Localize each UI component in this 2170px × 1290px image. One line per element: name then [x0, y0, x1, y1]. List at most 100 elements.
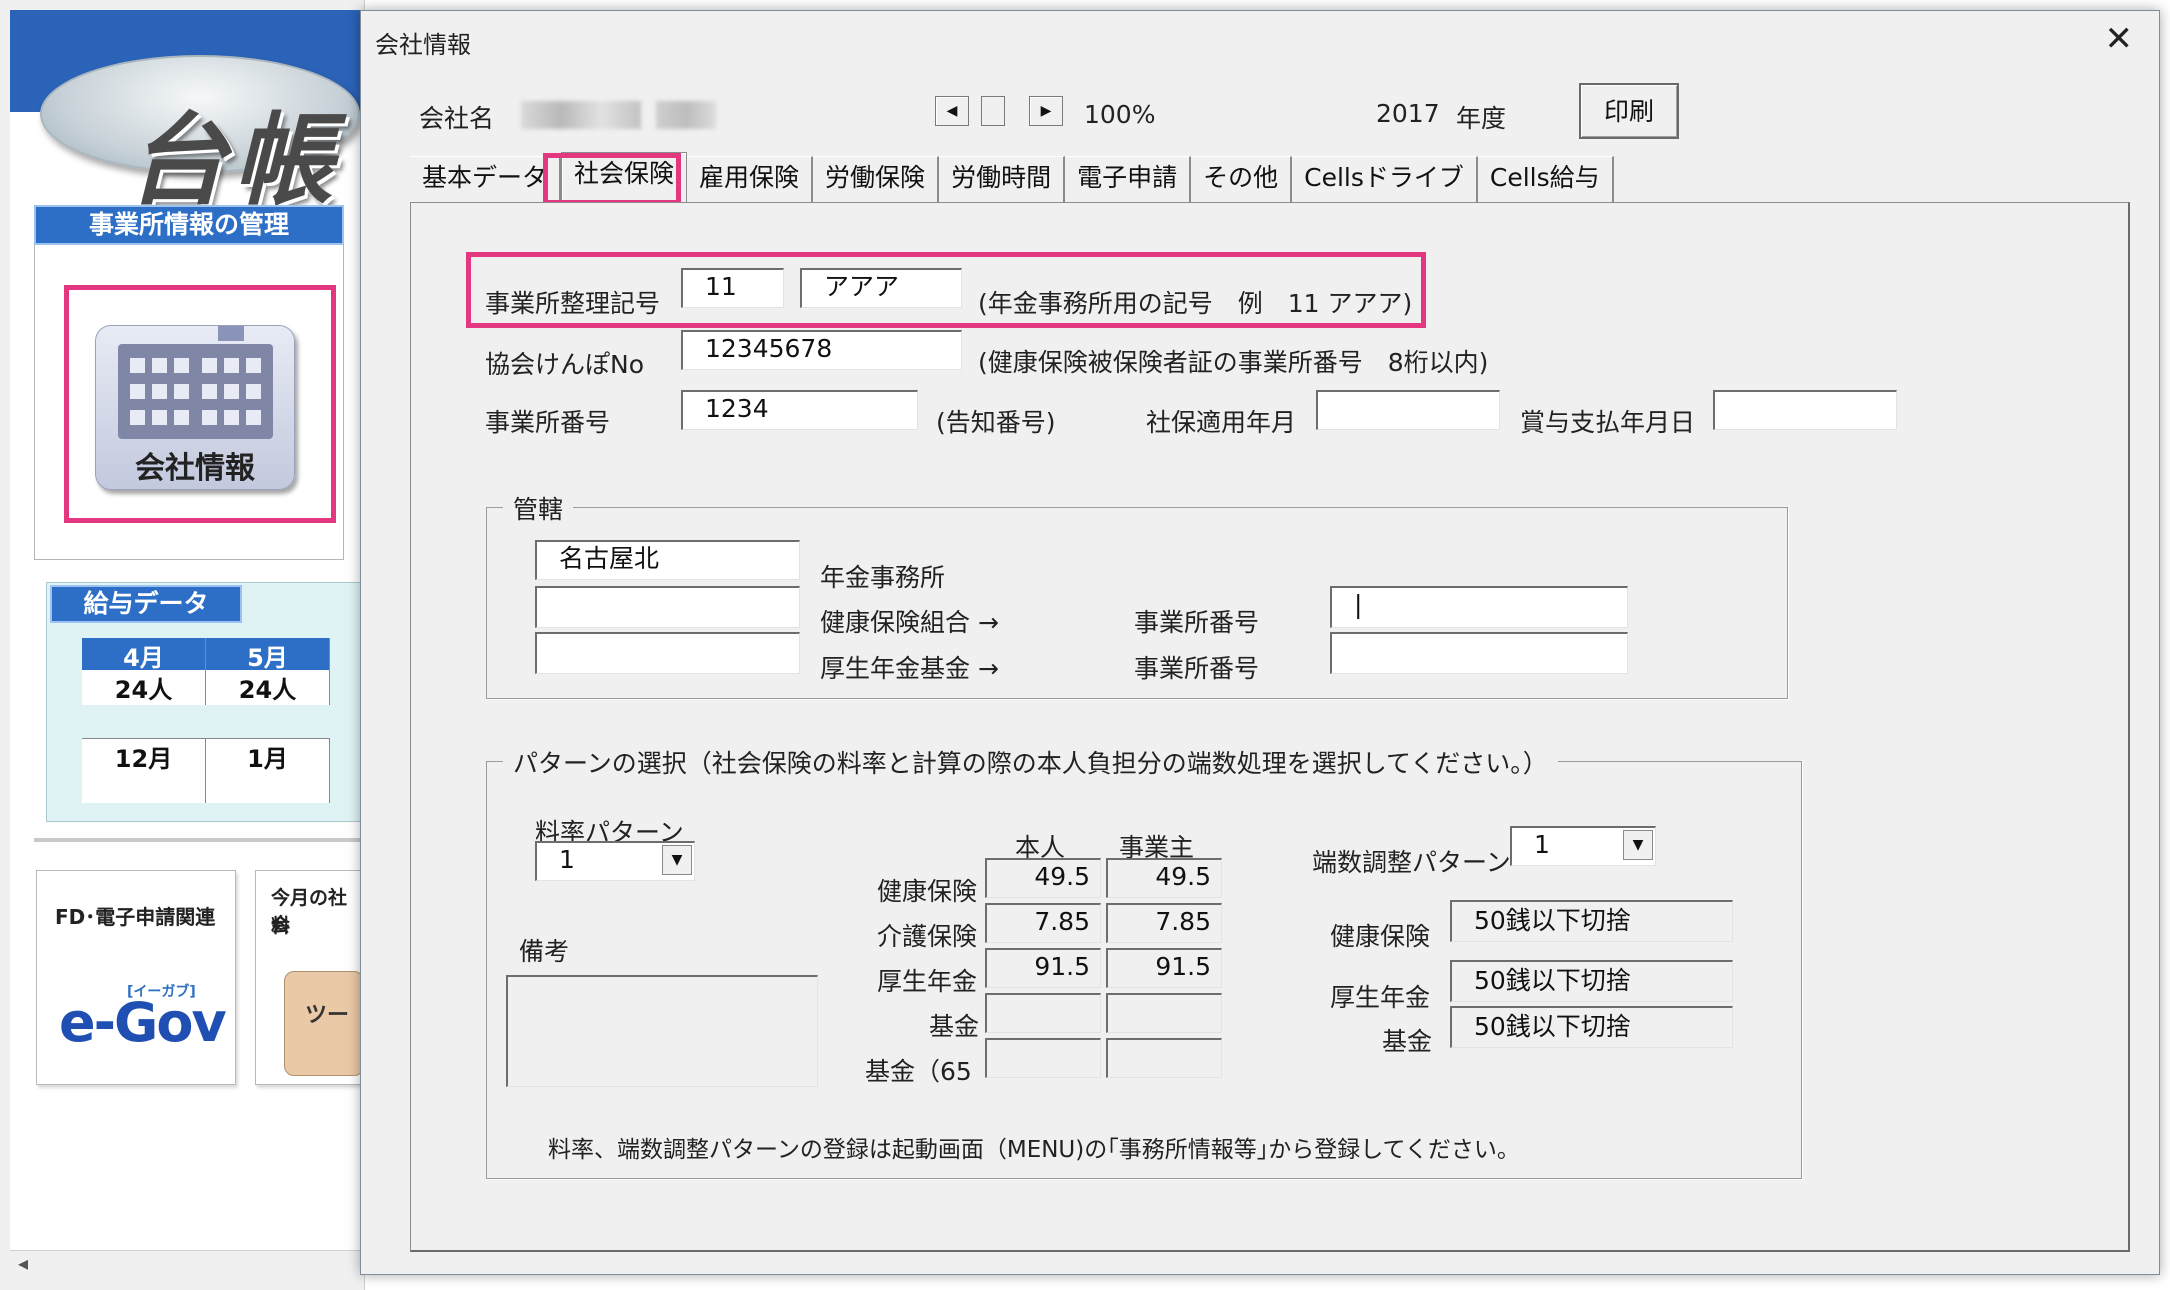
office-panel-title: 事業所情報の管理 — [34, 205, 344, 245]
footer-note: 料率、端数調整パターンの登録は起動画面（MENU)の｢事務所情報等｣から登録して… — [548, 1137, 1520, 1163]
scroll-thumb[interactable] — [981, 96, 1005, 126]
rate-employer-field[interactable] — [1106, 1038, 1222, 1078]
rounding-value-field[interactable]: 50銭以下切捨 — [1450, 960, 1733, 1002]
scroll-left-button[interactable]: ◀ — [935, 96, 969, 126]
company-name-label: 会社名 — [419, 104, 495, 133]
tab-cells-payroll[interactable]: Cells給与 — [1477, 156, 1614, 202]
pension-fund-office-field[interactable] — [1330, 632, 1628, 674]
rounding-value-field[interactable]: 50銭以下切捨 — [1450, 900, 1733, 942]
tab-basic-data[interactable]: 基本データ — [410, 156, 562, 202]
tab-other[interactable]: その他 — [1191, 156, 1293, 202]
rate-row-label: 厚生年金 — [877, 967, 978, 996]
rounding-row-label: 厚生年金 — [1330, 983, 1431, 1012]
payroll-counts-row1: 24人 24人 — [82, 670, 330, 705]
apply-date-label: 社保適用年月 — [1146, 408, 1297, 437]
zoom-level: 100% — [1084, 100, 1156, 129]
office-code-label: 事業所整理記号 — [485, 289, 661, 318]
print-button[interactable]: 印刷 — [1579, 83, 1679, 139]
company-name-blurred-2 — [656, 101, 716, 129]
rate-employer-field[interactable]: 91.5 — [1106, 948, 1222, 988]
rate-self-field[interactable]: 49.5 — [985, 858, 1101, 898]
rate-pattern-select[interactable]: 1 ▼ — [535, 841, 695, 881]
divider — [34, 838, 364, 842]
rate-self-field[interactable]: 91.5 — [985, 948, 1101, 988]
tab-highlight — [543, 153, 681, 205]
logo-text: 台帳 — [127, 101, 339, 219]
close-icon[interactable]: ✕ — [2105, 19, 2134, 59]
pattern-title: パターンの選択（社会保険の料率と計算の際の本人負担分の端数処理を選択してください… — [503, 744, 1558, 780]
remarks-field[interactable] — [506, 975, 818, 1087]
payroll-counts-row2 — [82, 773, 330, 803]
office-code-number-field[interactable]: 11 — [681, 268, 784, 308]
month-cell[interactable]: 4月 — [82, 638, 206, 673]
tab-cells-drive[interactable]: Cellsドライブ — [1292, 156, 1478, 202]
month-cell[interactable]: 12月 — [82, 739, 206, 774]
tab-employment-insurance[interactable]: 雇用保険 — [687, 156, 814, 202]
rounding-pattern-select[interactable]: 1 ▼ — [1510, 826, 1656, 866]
company-info-button-label: 会社情報 — [135, 451, 255, 486]
scroll-left-icon[interactable]: ◂ — [18, 1251, 28, 1275]
year-label: 年度 — [1456, 104, 1507, 133]
pension-fund-office-label: 事業所番号 — [1134, 654, 1260, 683]
remarks-label: 備考 — [519, 937, 570, 966]
office-number-label: 事業所番号 — [485, 408, 611, 437]
office-number-note: (告知番号) — [936, 408, 1056, 437]
apply-date-field[interactable] — [1316, 390, 1500, 430]
chevron-down-icon[interactable]: ▼ — [1623, 830, 1653, 860]
kyokai-note: (健康保険被保険者証の事業所番号 8桁以内) — [978, 348, 1489, 377]
rate-row-label: 健康保険 — [877, 877, 978, 906]
company-name-blurred — [521, 101, 641, 129]
health-union-field[interactable] — [535, 586, 800, 628]
rounding-pattern-value: 1 — [1534, 830, 1550, 859]
kyokai-number-field[interactable]: 12345678 — [681, 330, 962, 370]
pension-fund-field[interactable] — [535, 632, 800, 674]
tab-labor-insurance[interactable]: 労働保険 — [813, 156, 940, 202]
monthly-insurance-card[interactable]: 今月の社会 料 ツー — [255, 870, 365, 1085]
rounding-value-field[interactable]: 50銭以下切捨 — [1450, 1006, 1733, 1048]
monthly-card-text2: 料 — [271, 915, 291, 937]
fd-egov-card[interactable]: FD･電子申請関連 [イーガブ] e-Gov — [36, 870, 236, 1085]
office-code-kana-field[interactable]: アアア — [800, 268, 962, 308]
payroll-months-row2: 12月 1月 — [82, 738, 330, 774]
rate-row-label: 介護保険 — [877, 922, 978, 951]
rate-self-field[interactable]: 7.85 — [985, 903, 1101, 943]
count-cell: 24人 — [82, 670, 206, 705]
office-number-field[interactable]: 1234 — [681, 390, 918, 430]
tool-label: ツー — [305, 1003, 350, 1028]
building-icon — [118, 326, 273, 439]
rate-employer-field[interactable]: 7.85 — [1106, 903, 1222, 943]
scroll-right-button[interactable]: ▶ — [1029, 96, 1063, 126]
pension-office-field[interactable]: 名古屋北 — [535, 540, 800, 580]
payroll-panel-title: 給与データ — [50, 585, 242, 623]
egov-logo: e-Gov — [59, 991, 227, 1054]
pension-office-label: 年金事務所 — [820, 563, 946, 592]
jurisdiction-title: 管轄 — [503, 490, 574, 526]
tool-icon: ツー — [284, 971, 364, 1076]
rate-pattern-value: 1 — [559, 845, 575, 874]
rate-employer-field[interactable] — [1106, 993, 1222, 1033]
fd-card-title: FD･電子申請関連 — [55, 905, 216, 929]
chevron-down-icon[interactable]: ▼ — [662, 845, 692, 875]
tab-working-hours[interactable]: 労働時間 — [939, 156, 1066, 202]
month-cell[interactable]: 1月 — [206, 739, 330, 774]
kyokai-label: 協会けんぽNo — [485, 350, 644, 379]
rounding-row-label: 基金 — [1382, 1027, 1433, 1056]
pension-fund-label: 厚生年金基金 → — [820, 654, 999, 683]
rate-self-field[interactable] — [985, 1038, 1101, 1078]
rate-self-field[interactable] — [985, 993, 1101, 1033]
health-union-office-field[interactable]: | — [1330, 586, 1628, 628]
health-union-office-label: 事業所番号 — [1134, 608, 1260, 637]
dialog-title: 会社情報 — [375, 31, 471, 59]
background-app: 台帳 事業所情報の管理 会社情報 4月 5月 24人 24人 12月 1月 給与… — [0, 0, 365, 1290]
company-info-button[interactable]: 会社情報 — [95, 325, 295, 490]
office-code-note: (年金事務所用の記号 例 11 アアア) — [978, 289, 1413, 318]
logo: 台帳 — [40, 55, 360, 219]
tab-e-application[interactable]: 電子申請 — [1065, 156, 1192, 202]
rounding-pattern-label: 端数調整パターン — [1312, 848, 1511, 877]
bonus-date-field[interactable] — [1713, 390, 1897, 430]
background-scrollbar[interactable]: ◂ — [10, 1250, 360, 1275]
rounding-row-label: 健康保険 — [1330, 922, 1431, 951]
month-cell[interactable]: 5月 — [206, 638, 330, 673]
bonus-date-label: 賞与支払年月日 — [1520, 408, 1696, 437]
rate-employer-field[interactable]: 49.5 — [1106, 858, 1222, 898]
